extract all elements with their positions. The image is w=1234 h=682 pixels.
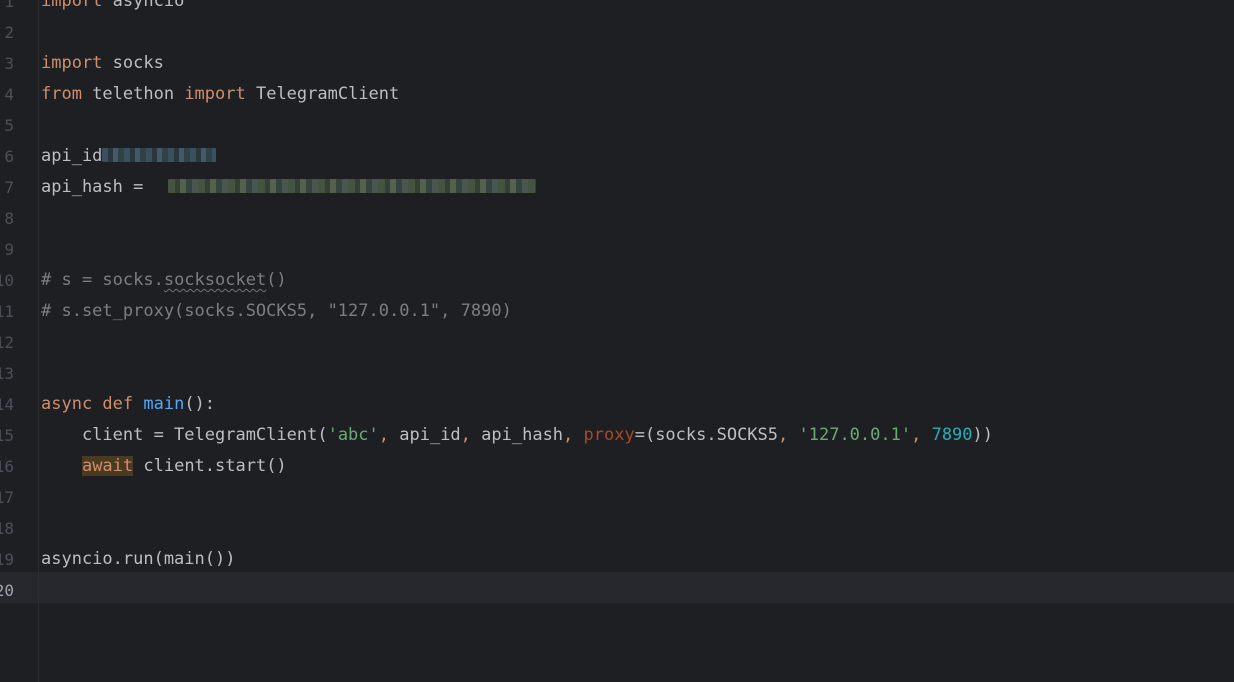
- code-line[interactable]: 2: [0, 17, 1234, 48]
- code-token: async def: [41, 394, 144, 414]
- code-token: await: [81, 456, 134, 476]
- code-token: from: [41, 84, 82, 104]
- code-token: import: [41, 0, 103, 11]
- redacted-secret: [102, 148, 217, 162]
- line-number: 8: [4, 209, 14, 228]
- code-line[interactable]: 20: [0, 575, 1234, 606]
- code-line[interactable]: 16 await client.start(): [0, 451, 1234, 482]
- line-number: 1: [4, 0, 14, 11]
- code-token: socks: [102, 53, 164, 73]
- code-token: # s = socks.: [41, 270, 164, 290]
- code-line[interactable]: 12: [0, 327, 1234, 358]
- code-text[interactable]: import socks: [41, 48, 164, 79]
- code-token: (): [266, 270, 287, 290]
- code-text[interactable]: # s.set_proxy(socks.SOCKS5, "127.0.0.1",…: [41, 296, 512, 327]
- code-token: ():: [184, 394, 216, 414]
- code-token: # s.set_proxy(socks.SOCKS5, "127.0.0.1",…: [41, 301, 512, 321]
- code-line[interactable]: 14 async def main():: [0, 389, 1234, 420]
- code-token: asyncio.run(main()): [41, 549, 236, 569]
- code-text[interactable]: import asyncio: [41, 0, 184, 17]
- code-line[interactable]: 9: [0, 234, 1234, 265]
- code-line[interactable]: 15 client = TelegramClient('abc', api_id…: [0, 420, 1234, 451]
- code-text[interactable]: asyncio.run(main()): [41, 544, 235, 575]
- code-line[interactable]: 1 import asyncio: [0, 0, 1234, 17]
- code-line[interactable]: 3 import socks: [0, 48, 1234, 79]
- code-line[interactable]: 11 # s.set_proxy(socks.SOCKS5, "127.0.0.1…: [0, 296, 1234, 327]
- code-token: ,: [378, 425, 400, 445]
- code-line[interactable]: 6 api_id: [0, 141, 1234, 172]
- code-line[interactable]: 17: [0, 482, 1234, 513]
- code-token: api_hash =: [41, 177, 154, 197]
- line-number: 20: [0, 581, 14, 600]
- code-editor[interactable]: 1 import asyncio 2 3 import socks 4 from telet…: [0, 0, 1234, 682]
- code-line[interactable]: 18: [0, 513, 1234, 544]
- code-token: ,: [778, 425, 799, 445]
- code-token: api_hash: [481, 425, 564, 445]
- line-number: 4: [4, 85, 14, 104]
- code-token: client.start(): [133, 456, 287, 476]
- code-token: 7890: [931, 425, 973, 445]
- code-line[interactable]: 10 # s = socks.socksocket(): [0, 265, 1234, 296]
- code-line[interactable]: 5: [0, 110, 1234, 141]
- code-text[interactable]: client = TelegramClient('abc', api_id, a…: [41, 420, 993, 451]
- line-number: 12: [0, 333, 14, 352]
- code-text[interactable]: api_id: [41, 141, 217, 172]
- code-text[interactable]: api_hash =: [41, 172, 536, 203]
- code-token: TelegramClient: [245, 84, 400, 104]
- line-number: 17: [0, 488, 14, 507]
- code-token: =(socks.SOCKS5: [634, 425, 779, 445]
- line-number: 19: [0, 550, 14, 569]
- line-number: 16: [0, 457, 14, 476]
- line-number: 13: [0, 364, 14, 383]
- redacted-secret: [167, 179, 536, 193]
- line-number: 14: [0, 395, 14, 414]
- code-token: asyncio: [102, 0, 185, 11]
- code-line[interactable]: 4 from telethon import TelegramClient: [0, 79, 1234, 110]
- code-token: )): [972, 425, 994, 445]
- code-text[interactable]: await client.start(): [41, 451, 287, 482]
- code-token: import: [41, 53, 103, 73]
- line-number: 18: [0, 519, 14, 538]
- code-token: ,: [911, 425, 932, 445]
- code-line[interactable]: 7 api_hash =: [0, 172, 1234, 203]
- code-token: ,: [563, 425, 584, 445]
- line-number: 7: [4, 178, 14, 197]
- code-token: proxy: [583, 425, 635, 445]
- line-number: 5: [4, 116, 14, 135]
- code-token: socksocket: [163, 270, 267, 290]
- code-text[interactable]: from telethon import TelegramClient: [41, 79, 399, 110]
- code-token: api_id: [41, 146, 103, 166]
- line-number: 3: [4, 54, 14, 73]
- code-token: client = TelegramClient(: [41, 425, 328, 445]
- code-token: 'abc': [327, 425, 379, 445]
- line-number: 10: [0, 271, 14, 290]
- code-text[interactable]: async def main():: [41, 389, 215, 420]
- code-token: ,: [460, 425, 482, 445]
- code-token: telethon: [81, 84, 185, 104]
- line-number: 15: [0, 426, 14, 445]
- code-line[interactable]: 19 asyncio.run(main()): [0, 544, 1234, 575]
- line-number: 6: [4, 147, 14, 166]
- code-line[interactable]: 8: [0, 203, 1234, 234]
- code-token: import: [184, 84, 246, 104]
- line-number: 2: [4, 23, 14, 42]
- line-number: 9: [4, 240, 14, 259]
- line-number: 11: [0, 302, 14, 321]
- code-token: main: [143, 394, 185, 414]
- code-line[interactable]: 13: [0, 358, 1234, 389]
- code-text[interactable]: # s = socks.socksocket(): [41, 265, 287, 296]
- code-token: '127.0.0.1': [798, 425, 912, 445]
- code-token: api_id: [399, 425, 461, 445]
